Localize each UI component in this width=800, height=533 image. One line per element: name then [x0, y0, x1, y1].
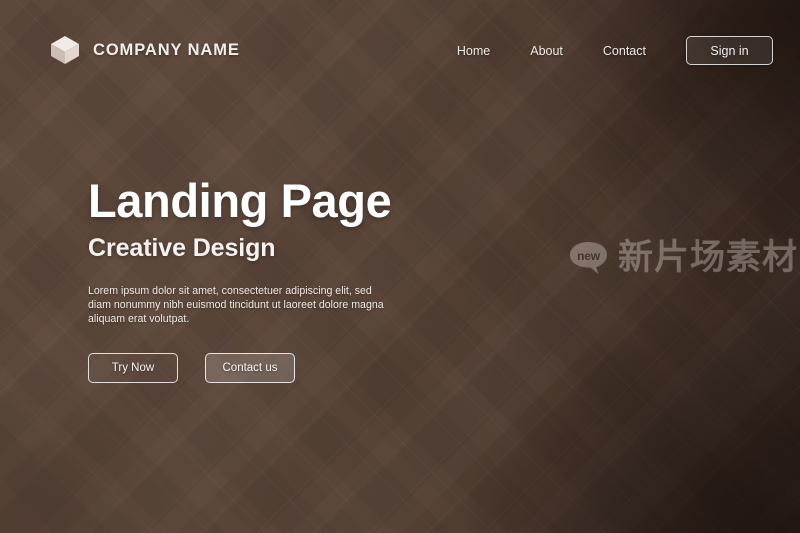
landing-page-hero: COMPANY NAME Home About Contact Sign in … — [0, 0, 800, 533]
company-name: COMPANY NAME — [93, 40, 240, 59]
hero-content: Landing Page Creative Design Lorem ipsum… — [88, 174, 418, 384]
cta-button-row: Try Now Contact us — [88, 353, 418, 384]
site-header: COMPANY NAME Home About Contact Sign in — [0, 0, 800, 100]
nav-item-home[interactable]: Home — [437, 38, 510, 64]
try-now-button[interactable]: Try Now — [88, 353, 178, 384]
logo[interactable]: COMPANY NAME — [48, 33, 240, 67]
hero-paragraph: Lorem ipsum dolor sit amet, consectetuer… — [88, 284, 384, 326]
nav-item-contact[interactable]: Contact — [583, 38, 666, 64]
sign-in-button[interactable]: Sign in — [686, 36, 773, 65]
contact-us-button[interactable]: Contact us — [205, 353, 295, 384]
nav-item-about[interactable]: About — [510, 38, 583, 64]
hero-subtitle: Creative Design — [88, 233, 276, 262]
main-navigation: Home About Contact Sign in — [437, 36, 773, 65]
cube-icon — [48, 33, 82, 67]
hero-title: Landing Page — [88, 174, 392, 227]
